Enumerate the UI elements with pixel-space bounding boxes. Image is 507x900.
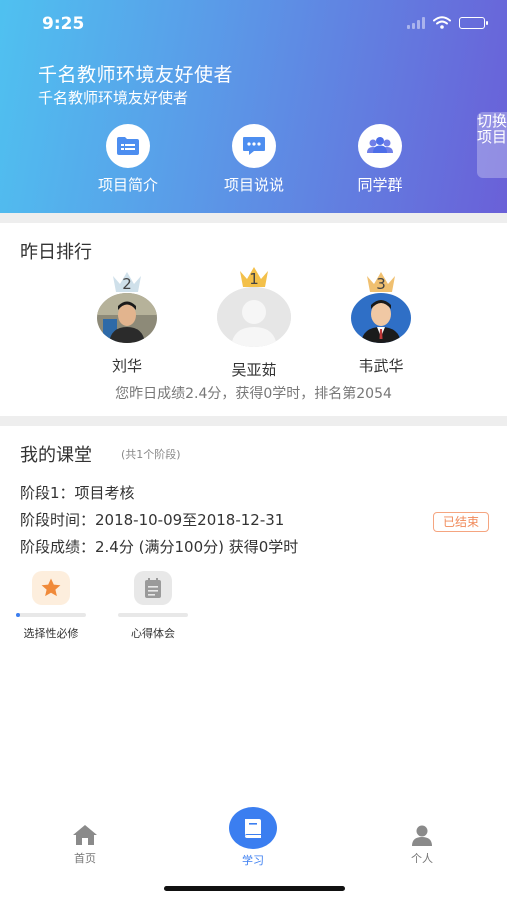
rank-number: 1 [249, 270, 259, 288]
ranking-title: 昨日排行 [20, 242, 92, 263]
battery-icon [459, 16, 488, 29]
module-label: 选择性必修 [23, 627, 79, 640]
chat-icon [232, 124, 276, 168]
section-divider [0, 416, 507, 426]
tab-study-label: 学习 [242, 854, 264, 867]
rank-entry-3[interactable]: 3 韦武华 [346, 270, 416, 376]
stage-name: 阶段1：项目考核 [20, 484, 135, 502]
rank-name: 韦武华 [358, 357, 404, 375]
status-badge: 已结束 [433, 512, 489, 532]
rank-entry-2[interactable]: 2 刘华 [92, 270, 162, 376]
status-icons [407, 16, 488, 29]
module-progress-bar [118, 613, 188, 617]
tab-home[interactable]: 首页 [35, 824, 135, 866]
wifi-icon [433, 16, 451, 29]
project-subtitle: 千名教师环境友好使者 [38, 89, 189, 107]
status-bar: 9:25 [0, 0, 507, 50]
course-stage-count: (共1个阶段) [121, 448, 181, 461]
rank-entry-1[interactable]: 1 吴亚茹 [212, 265, 296, 380]
avatar [351, 293, 411, 343]
project-title: 千名教师环境友好使者 [38, 64, 234, 86]
module-progress-fill [16, 613, 20, 617]
bottom-tab-bar: 首页 学习 个人 [0, 800, 507, 900]
notes-icon [134, 571, 172, 605]
signal-icon [407, 16, 425, 29]
stage-time: 阶段时间：2018-10-09至2018-12-31 [20, 511, 285, 529]
rank-number: 2 [122, 275, 132, 293]
home-icon [73, 825, 97, 845]
avatar [217, 287, 291, 347]
avatar [97, 293, 157, 343]
tab-profile-label: 个人 [411, 852, 433, 865]
book-icon [229, 807, 277, 849]
module-label: 心得体会 [131, 627, 175, 640]
action-group[interactable]: 同学群 [325, 124, 435, 195]
action-intro[interactable]: 项目简介 [73, 124, 183, 195]
rank-name: 刘华 [111, 357, 142, 375]
project-header: 9:25 千名教师环境友好使者 千名教师环境友好使者 切换项目 项目简介 项目说… [0, 0, 507, 213]
module-elective[interactable]: 选择性必修 [16, 571, 86, 641]
intro-icon [106, 124, 150, 168]
action-chat[interactable]: 项目说说 [199, 124, 309, 195]
module-reflection[interactable]: 心得体会 [118, 571, 188, 641]
person-icon [412, 825, 432, 846]
quick-actions: 项目简介 项目说说 同学群 [0, 124, 477, 194]
tab-study[interactable]: 学习 [203, 807, 303, 868]
stage-score: 阶段成绩：2.4分 (满分100分) 获得0学时 [20, 538, 299, 556]
switch-project-button[interactable]: 切换项目 [477, 112, 507, 178]
action-chat-label: 项目说说 [223, 176, 284, 194]
tab-home-label: 首页 [74, 852, 96, 865]
rank-number: 3 [376, 275, 386, 293]
status-time: 9:25 [42, 14, 85, 34]
star-icon [32, 571, 70, 605]
rank-name: 吴亚茹 [231, 361, 277, 379]
group-icon [358, 124, 402, 168]
action-intro-label: 项目简介 [97, 176, 158, 194]
section-divider [0, 213, 507, 223]
action-group-label: 同学群 [357, 176, 403, 194]
home-indicator [164, 886, 345, 891]
module-progress-bar [16, 613, 86, 617]
tab-profile[interactable]: 个人 [372, 824, 472, 866]
course-title: 我的课堂 [20, 445, 92, 466]
ranking-summary: 您昨日成绩2.4分，获得0学时，排名第2054 [115, 386, 392, 402]
